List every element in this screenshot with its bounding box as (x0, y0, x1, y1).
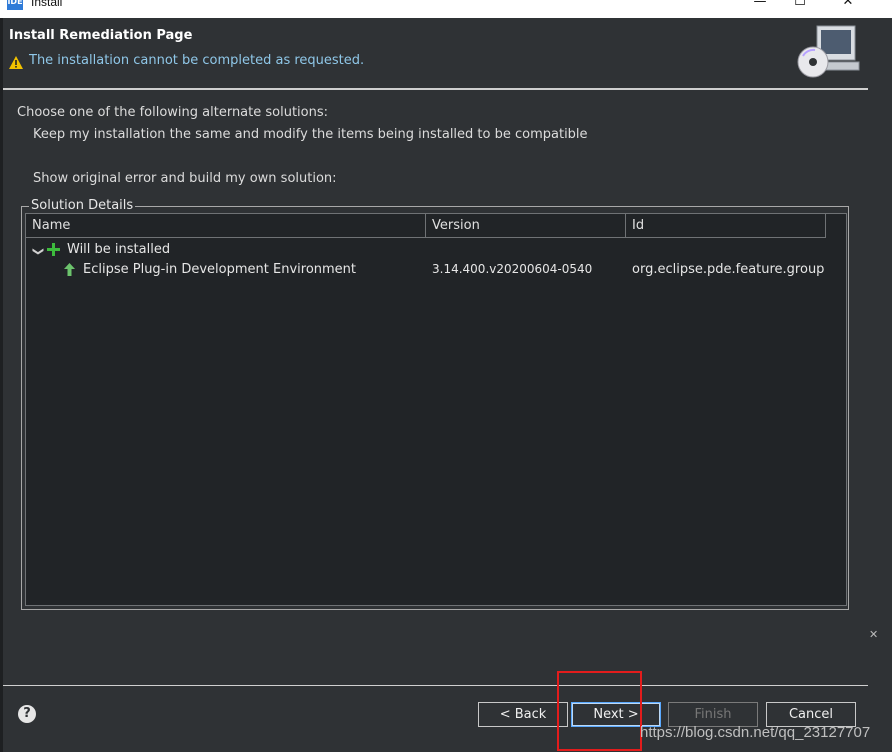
side-close-icon[interactable]: ✕ (869, 628, 878, 641)
warning-icon (9, 56, 23, 69)
column-header-version[interactable]: Version (426, 214, 626, 238)
page-title: Install Remediation Page (9, 28, 193, 43)
button-bar-separator (3, 685, 868, 686)
back-button[interactable]: < Back (478, 702, 568, 727)
window-titlebar: IDE Install — ☐ ✕ (0, 0, 892, 18)
item-id: org.eclipse.pde.feature.group (632, 262, 825, 277)
help-button[interactable]: ? (18, 705, 36, 723)
minimize-icon[interactable]: — (750, 0, 770, 10)
highlight-annotation (557, 671, 642, 751)
maximize-icon[interactable]: ☐ (790, 0, 810, 10)
install-wizard-icon (797, 25, 860, 78)
chevron-down-icon[interactable]: ❯ (32, 247, 45, 256)
left-edge (0, 18, 3, 752)
app-icon: IDE (7, 0, 23, 10)
solution-details-label: Solution Details (29, 198, 136, 213)
group-row-will-be-installed[interactable]: Will be installed (67, 242, 170, 257)
item-name[interactable]: Eclipse Plug-in Development Environment (83, 262, 356, 277)
column-header-id[interactable]: Id (626, 214, 826, 238)
close-icon[interactable]: ✕ (838, 0, 858, 10)
add-icon (47, 243, 60, 256)
header-message: The installation cannot be completed as … (29, 53, 365, 68)
window-title: Install (31, 0, 63, 9)
item-version: 3.14.400.v20200604-0540 (432, 262, 593, 276)
alternate-solutions-prompt: Choose one of the following alternate so… (17, 105, 329, 120)
solution-details-table[interactable]: Name Version Id ❯ Will be installed Ecli… (25, 213, 847, 606)
upgrade-arrow-icon (64, 263, 75, 276)
watermark: https://blog.csdn.net/qq_23127707 (640, 724, 871, 741)
option-show-original-error[interactable]: Show original error and build my own sol… (33, 171, 337, 186)
option-keep-installation[interactable]: Keep my installation the same and modify… (33, 127, 588, 142)
wizard-header: Install Remediation Page The installatio… (3, 18, 868, 90)
column-header-name[interactable]: Name (26, 214, 426, 238)
